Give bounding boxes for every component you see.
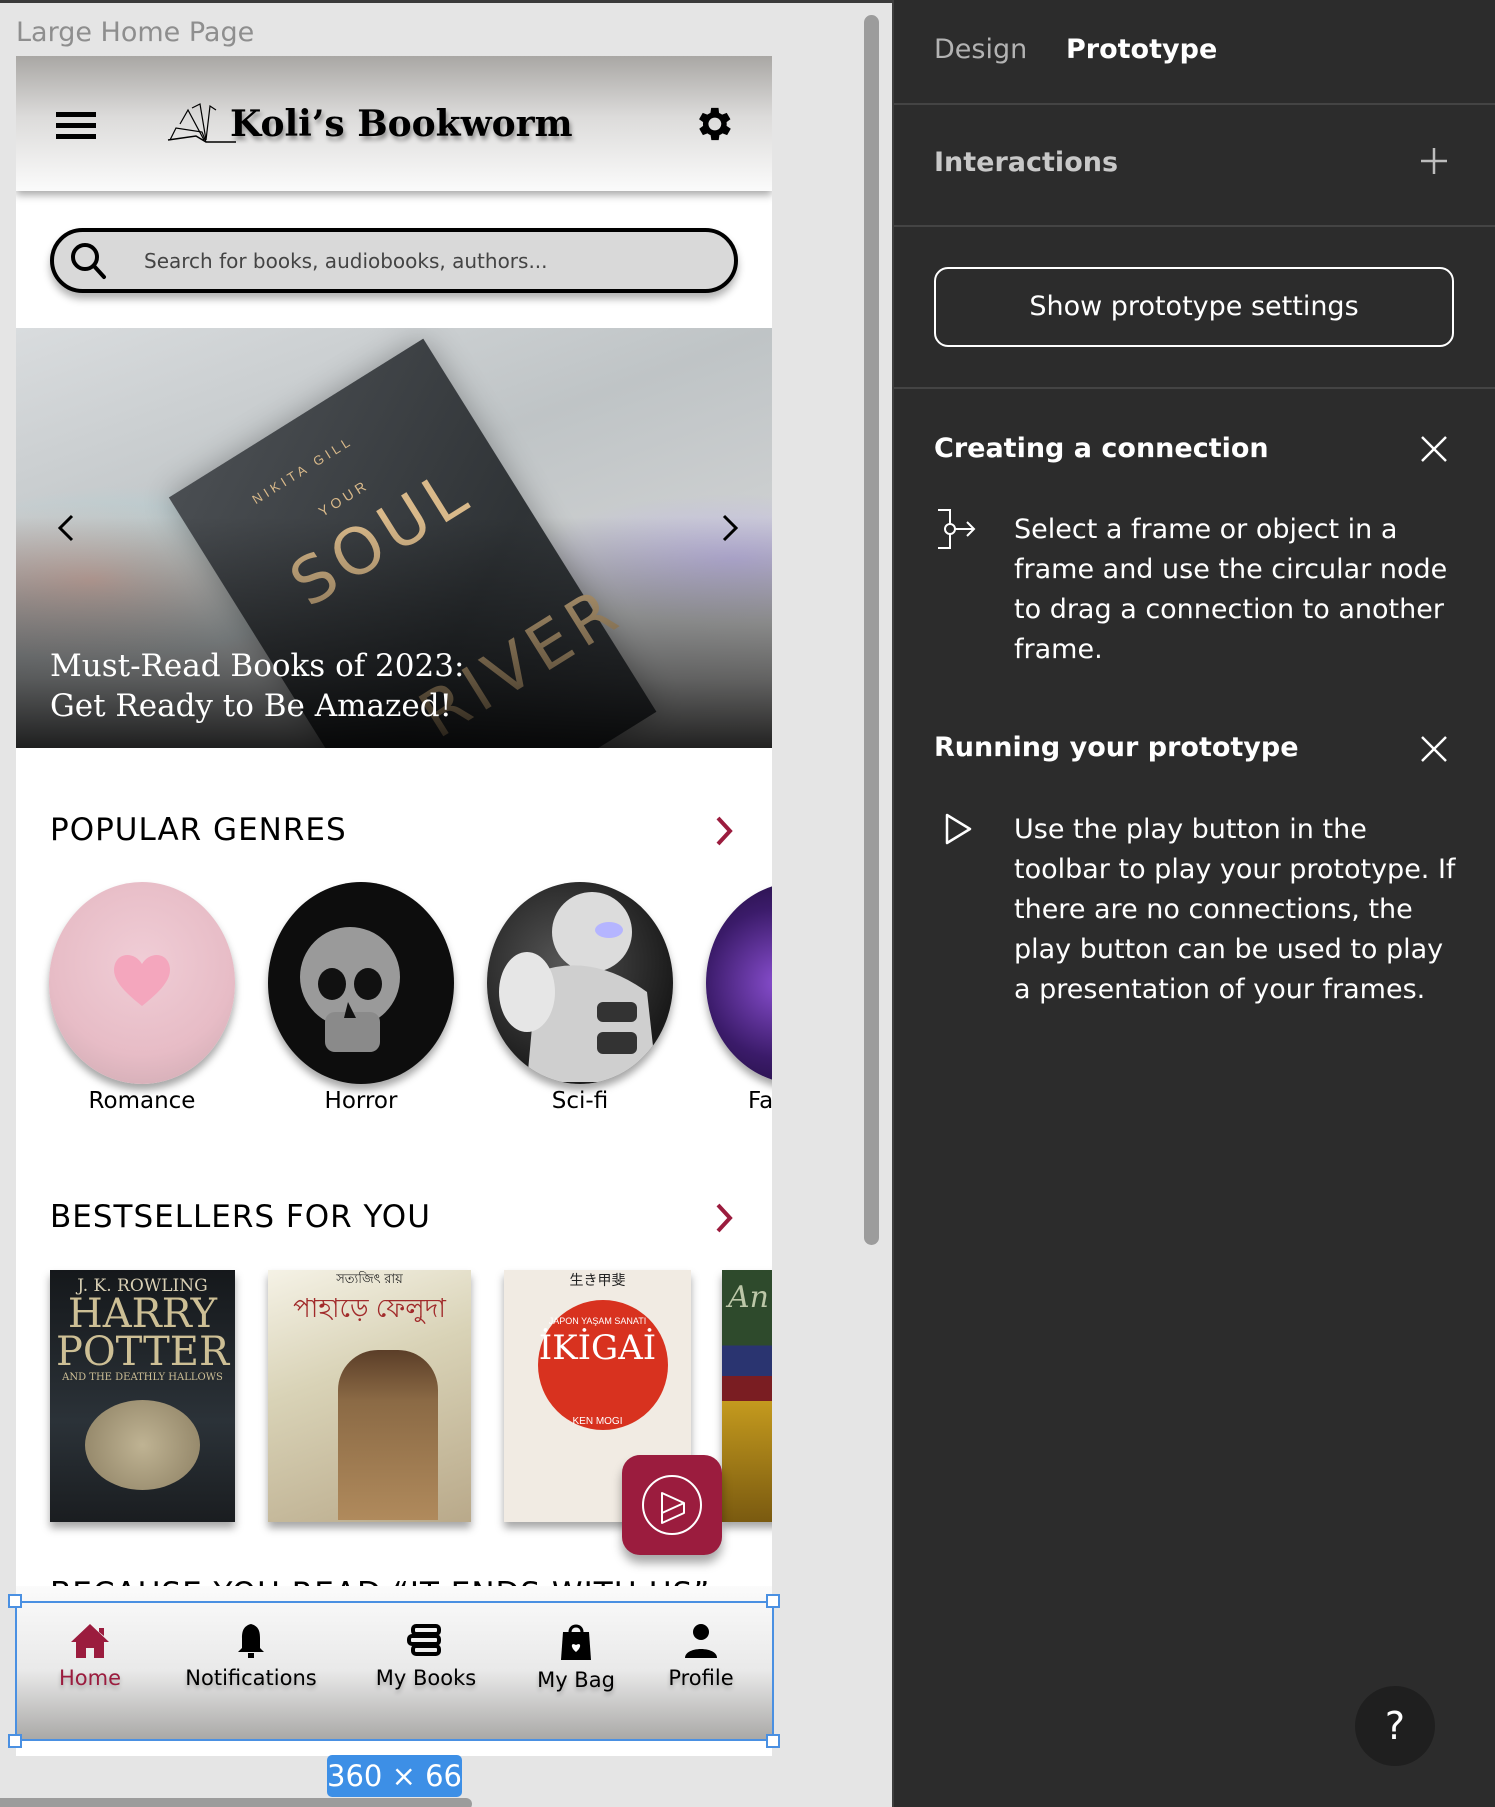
romance-image [49, 882, 235, 1084]
book-title: পাহাড়ে ফেলুদা [293, 1293, 446, 1323]
book-title: İKİGAİ [538, 1328, 657, 1368]
help-button[interactable]: ? [1355, 1686, 1435, 1766]
divider [894, 103, 1495, 105]
open-book-icon [167, 103, 236, 143]
scifi-image [487, 882, 673, 1084]
search-bar[interactable]: Search for books, audiobooks, authors... [50, 228, 738, 293]
genres-see-all-icon[interactable] [712, 814, 736, 848]
resize-handle-bottom-right[interactable] [766, 1734, 780, 1748]
logo: Koli’s Bookworm [166, 94, 573, 154]
tab-design[interactable]: Design [934, 34, 1027, 65]
bestsellers-see-all-icon[interactable] [712, 1201, 736, 1235]
divider [894, 225, 1495, 227]
horror-image [268, 882, 454, 1084]
tab-prototype[interactable]: Prototype [1066, 34, 1217, 65]
resize-handle-bottom-left[interactable] [8, 1734, 22, 1748]
book-title: An [728, 1280, 769, 1315]
popular-genres-heading: POPULAR GENRES [50, 812, 347, 848]
book-title: HARRY [67, 1291, 218, 1337]
running-prototype-title: Running your prototype [934, 732, 1299, 763]
book-cover-harry-potter[interactable]: J. K. ROWLING HARRY POTTER AND THE DEATH… [50, 1270, 235, 1522]
book-subtitle: AND THE DEATHLY HALLOWS [62, 1372, 223, 1383]
home-page-frame[interactable]: Koli’s Bookworm Search for books, audiob… [16, 56, 772, 1756]
cover-illustration [338, 1350, 438, 1520]
book-title: POTTER [55, 1329, 230, 1375]
interactions-label: Interactions [934, 147, 1119, 178]
creating-connection-title: Creating a connection [934, 433, 1269, 464]
genre-fantasy[interactable]: Fa [706, 882, 772, 1114]
carousel-next-icon[interactable] [714, 508, 744, 548]
resize-handle-top-left[interactable] [8, 1594, 22, 1608]
genre-scifi[interactable]: Sci-fi [487, 882, 673, 1114]
close-icon[interactable] [1419, 734, 1449, 764]
selection-box[interactable] [15, 1601, 774, 1741]
locket-image [85, 1400, 200, 1490]
hero-carousel[interactable]: NIKITA GILL YOUR SOUL RIVER Must-Read Bo… [16, 328, 772, 748]
frame-label[interactable]: Large Home Page [16, 17, 254, 48]
figma-window: Large Home Page Koli’s Bookworm Search f… [0, 0, 1495, 1807]
book-subtitle: JAPON YAŞAM SANATI [548, 1316, 647, 1326]
horizontal-scrollbar[interactable] [0, 1798, 472, 1807]
genre-label: Fa [748, 1088, 772, 1114]
play-icon [945, 813, 972, 845]
vertical-scrollbar[interactable] [864, 15, 879, 1245]
selection-size-badge: 360 × 66 [327, 1755, 462, 1797]
book-top-text: 生き甲斐 [569, 1272, 626, 1288]
app-name: Koli’s Bookworm [230, 103, 573, 145]
skull-icon [300, 927, 400, 1052]
search-input[interactable]: Search for books, audiobooks, authors... [144, 249, 548, 273]
search-icon [71, 243, 106, 279]
robot-icon [499, 892, 657, 1082]
book-cover-feluda[interactable]: সত্যজিৎ রায় পাহাড়ে ফেলুদা [268, 1270, 471, 1522]
carousel-prev-icon[interactable] [52, 508, 82, 548]
hero-title-line2: Get Ready to Be Amazed! [50, 688, 453, 724]
divider [894, 387, 1495, 389]
app-header: Koli’s Bookworm [16, 56, 772, 191]
fantasy-image [706, 882, 772, 1084]
genre-romance[interactable]: Romance [49, 882, 235, 1114]
properties-panel: Design Prototype Interactions Show proto… [892, 0, 1495, 1807]
genre-label: Romance [88, 1088, 196, 1114]
book-author: KEN MOGI [572, 1416, 623, 1427]
creating-connection-text: Select a frame or object in a frame and … [1014, 514, 1448, 665]
add-interaction-icon[interactable] [1419, 146, 1449, 176]
genre-label: Sci-fi [551, 1088, 609, 1114]
heart-icon [114, 955, 170, 1006]
resize-handle-top-right[interactable] [766, 1594, 780, 1608]
close-icon[interactable] [1419, 434, 1449, 464]
hero-title-line1: Must-Read Books of 2023: [50, 648, 465, 684]
hero-title: Must-Read Books of 2023: Get Ready to Be… [50, 646, 464, 726]
bestsellers-heading: BESTSELLERS FOR YOU [50, 1199, 431, 1235]
genre-horror[interactable]: Horror [268, 882, 454, 1114]
genre-label: Horror [324, 1088, 398, 1114]
settings-gear-icon[interactable] [691, 102, 735, 146]
running-prototype-text: Use the play button in the toolbar to pl… [1014, 814, 1456, 1005]
audiobook-fab-button[interactable] [622, 1455, 722, 1555]
audiobook-play-icon [642, 1475, 702, 1535]
design-canvas[interactable]: Large Home Page Koli’s Bookworm Search f… [0, 3, 892, 1807]
menu-icon[interactable] [56, 112, 96, 142]
book-cover-anne-frank[interactable]: An [722, 1270, 772, 1522]
connection-icon [938, 509, 976, 549]
show-prototype-settings-button[interactable]: Show prototype settings [934, 267, 1454, 347]
